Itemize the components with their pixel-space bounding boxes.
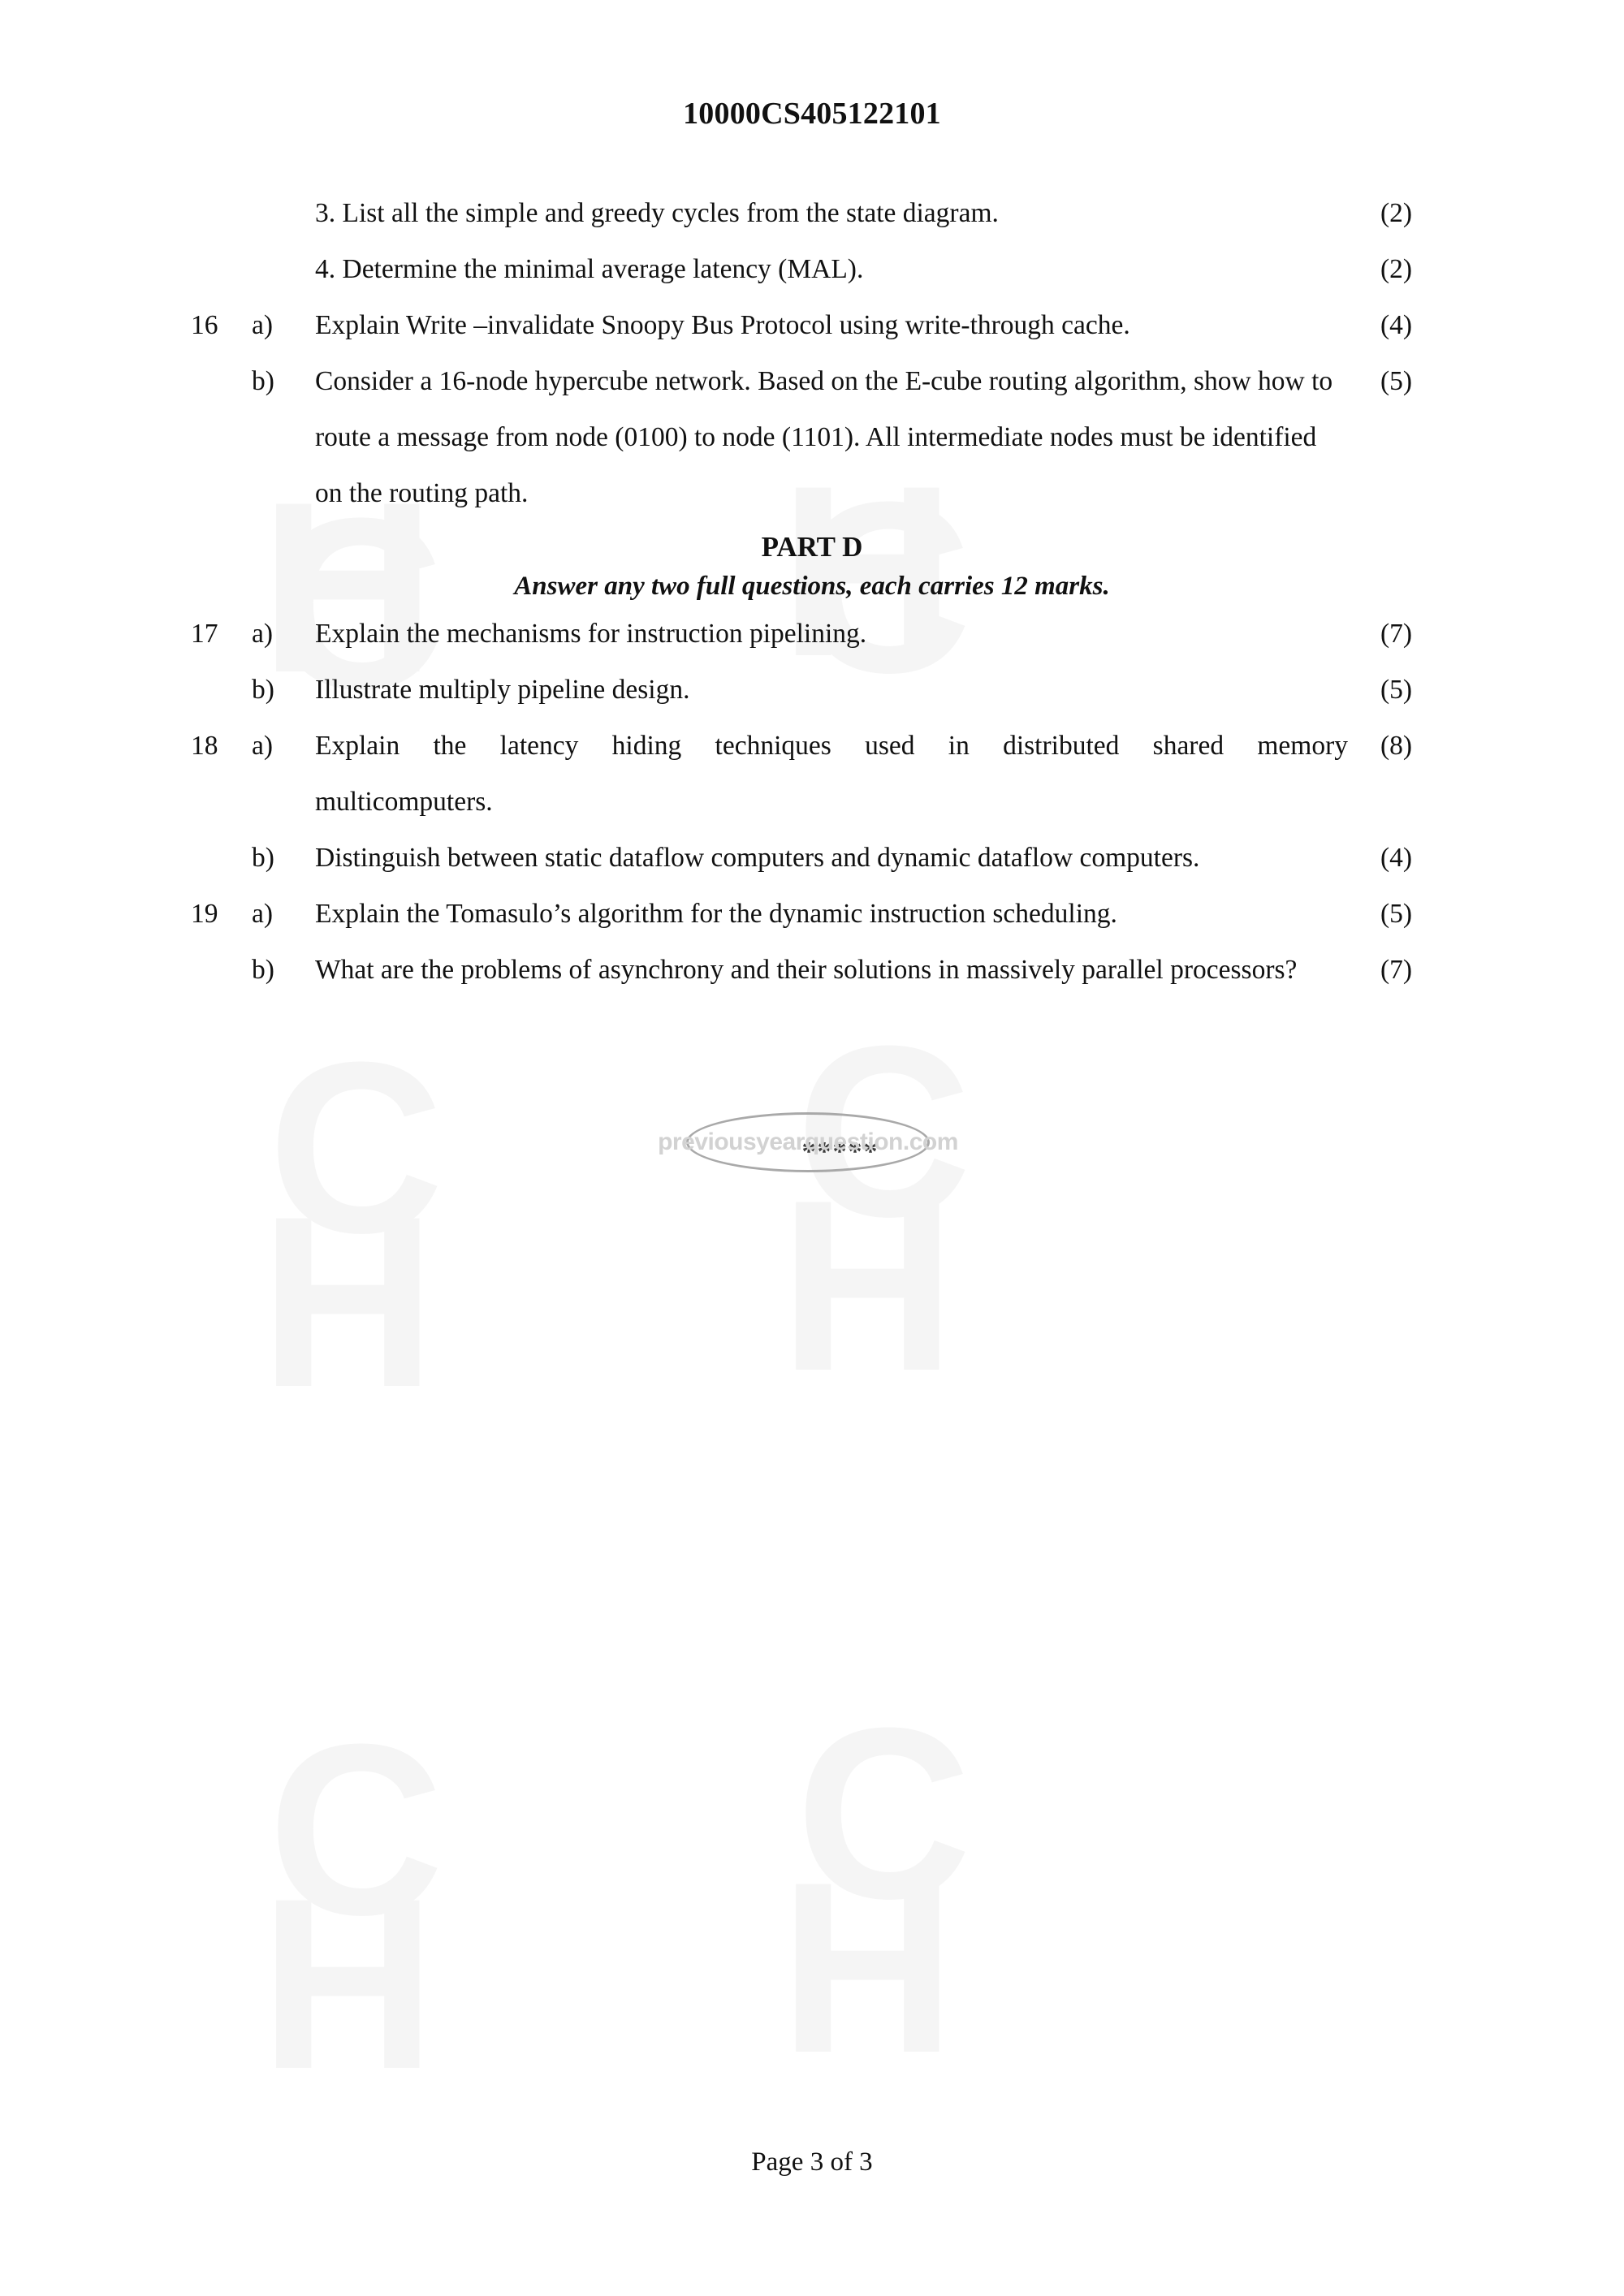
question-row: b) Consider a 16-node hypercube network.…	[0, 353, 1624, 521]
ghost-letter-h: H	[780, 1831, 961, 2104]
sub-item-row: 3. List all the simple and greedy cycles…	[0, 185, 1624, 241]
exam-question-paper-page: C C H H C C H H C C H H 10000CS405122101…	[0, 0, 1624, 2296]
page-footer: Page 3 of 3	[751, 2147, 873, 2177]
ghost-letter-c: C	[268, 1693, 449, 1966]
part-letter: b)	[252, 366, 274, 396]
marks-value: (2)	[1380, 198, 1413, 228]
question-text-line: multicomputers.	[315, 787, 493, 817]
question-row: b) Distinguish between static dataflow c…	[0, 830, 1624, 886]
marks-value: (2)	[1380, 254, 1413, 284]
marks-value: (4)	[1380, 310, 1413, 340]
marks-value: (5)	[1380, 366, 1413, 396]
part-letter: b)	[252, 955, 274, 985]
question-text: Illustrate multiply pipeline design.	[315, 675, 690, 705]
part-letter: a)	[252, 899, 274, 929]
sub-item-text: 4. Determine the minimal average latency…	[315, 254, 864, 284]
question-list: 3. List all the simple and greedy cycles…	[0, 185, 1624, 998]
part-letter: b)	[252, 843, 274, 873]
question-row: 16 a) Explain Write –invalidate Snoopy B…	[0, 297, 1624, 353]
sub-item-row: 4. Determine the minimal average latency…	[0, 241, 1624, 297]
marks-value: (5)	[1380, 899, 1413, 929]
marks-value: (5)	[1380, 675, 1413, 705]
question-text: Explain the Tomasulo’s algorithm for the…	[315, 899, 1117, 929]
question-row: 19 a) Explain the Tomasulo’s algorithm f…	[0, 886, 1624, 942]
question-row: b) Illustrate multiply pipeline design. …	[0, 662, 1624, 718]
ghost-letter-c: C	[796, 995, 977, 1267]
part-title: PART D	[761, 531, 863, 563]
question-text: Distinguish between static dataflow comp…	[315, 843, 1200, 873]
ghost-letter-h: H	[780, 1149, 961, 1422]
part-letter: a)	[252, 619, 274, 649]
part-letter: a)	[252, 731, 274, 761]
part-heading-block: PART D Answer any two full questions, ea…	[0, 528, 1624, 606]
question-row: 18 a) Explain the latency hiding techniq…	[0, 718, 1624, 830]
question-number: 19	[191, 899, 218, 929]
question-row: 17 a) Explain the mechanisms for instruc…	[0, 606, 1624, 662]
ghost-letter-h: H	[260, 1165, 441, 1438]
part-letter: b)	[252, 675, 274, 705]
part-letter: a)	[252, 310, 274, 340]
sub-item-text: 3. List all the simple and greedy cycles…	[315, 198, 999, 228]
ghost-letter-c: C	[796, 1677, 977, 1949]
question-text: Explain Write –invalidate Snoopy Bus Pro…	[315, 310, 1130, 340]
question-number: 16	[191, 310, 218, 340]
end-of-paper-separator: *****	[801, 1137, 879, 1167]
part-instruction: Answer any two full questions, each carr…	[514, 572, 1110, 601]
marks-value: (8)	[1380, 731, 1413, 761]
question-number: 17	[191, 619, 218, 649]
question-text: Explain the mechanisms for instruction p…	[315, 619, 867, 649]
exam-code-header: 10000CS405122101	[683, 97, 941, 131]
ghost-letter-h: H	[260, 1847, 441, 2120]
question-row: b) What are the problems of asynchrony a…	[0, 942, 1624, 998]
marks-value: (7)	[1380, 619, 1413, 649]
question-text: What are the problems of asynchrony and …	[315, 955, 1298, 985]
marks-value: (7)	[1380, 955, 1413, 985]
question-text: Explain the latency hiding techniques us…	[315, 718, 1351, 830]
question-number: 18	[191, 731, 218, 761]
marks-value: (4)	[1380, 843, 1413, 873]
question-text: Consider a 16-node hypercube network. Ba…	[315, 366, 1333, 508]
ghost-letter-c: C	[268, 1011, 449, 1284]
question-text-line: Explain the latency hiding techniques us…	[315, 731, 1348, 761]
